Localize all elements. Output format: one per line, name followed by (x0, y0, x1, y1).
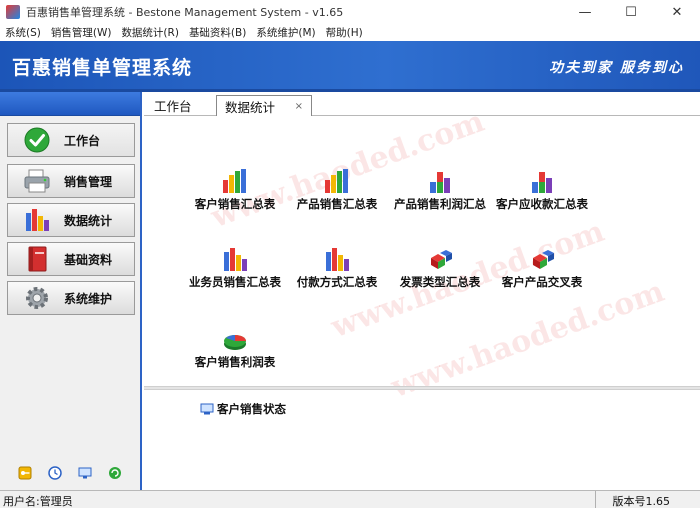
sidebar: 工作台 销售管理 数据统计 基础资料 系统维护 (0, 92, 142, 490)
maximize-button[interactable]: ☐ (608, 0, 654, 24)
menu-bar: 系统(S) 销售管理(W) 数据统计(R) 基础资料(B) 系统维护(M) 帮助… (0, 24, 700, 41)
bar-chart-icon (282, 166, 392, 194)
sidebar-header (0, 92, 140, 116)
tab-workbench[interactable]: 工作台 (146, 95, 200, 116)
sidebar-item-label: 销售管理 (64, 174, 113, 189)
window-controls: — ☐ ✕ (562, 0, 700, 24)
printer-icon (22, 168, 52, 194)
bar-chart-icon (180, 244, 290, 272)
report-payment-method-summary[interactable]: 付款方式汇总表 (282, 244, 392, 290)
report-invoice-type-summary[interactable]: 发票类型汇总表 (385, 244, 495, 290)
status-user: 用户名:管理员 (3, 495, 73, 508)
tab-strip: 工作台 数据统计 × (144, 92, 700, 116)
sidebar-item-label: 数据统计 (64, 213, 113, 228)
report-label: 客户销售利润表 (194, 355, 276, 369)
report-customer-receivables[interactable]: 客户应收款汇总表 (487, 166, 597, 212)
banner-slogan: 功夫到家 服务到心 (549, 60, 684, 76)
tab-close-icon[interactable]: × (295, 101, 303, 112)
bar-chart-icon (180, 166, 290, 194)
menu-system[interactable]: 系统(S) (0, 25, 46, 40)
tab-statistics[interactable]: 数据统计 × (216, 95, 312, 116)
panel-splitter[interactable] (144, 386, 700, 390)
cubes-icon (487, 244, 597, 272)
status-divider (595, 491, 596, 508)
close-button[interactable]: ✕ (654, 0, 700, 24)
clock-icon[interactable] (48, 466, 62, 480)
pie-chart-icon (180, 324, 290, 352)
report-label: 付款方式汇总表 (296, 275, 378, 289)
app-logo-icon (6, 5, 20, 19)
check-circle-icon (22, 127, 52, 153)
customer-sales-status-item[interactable]: 客户销售状态 (200, 401, 286, 417)
sidebar-item-basic-data[interactable]: 基础资料 (7, 242, 135, 276)
bar-chart-icon (282, 244, 392, 272)
bar-chart-icon (22, 207, 52, 233)
menu-basic-data[interactable]: 基础资料(B) (184, 25, 251, 40)
report-customer-sales-profit[interactable]: 客户销售利润表 (180, 324, 290, 370)
menu-maintenance[interactable]: 系统维护(M) (251, 25, 320, 40)
menu-help[interactable]: 帮助(H) (321, 25, 368, 40)
refresh-icon[interactable] (108, 466, 122, 480)
gear-icon (22, 285, 52, 311)
report-salesperson-summary[interactable]: 业务员销售汇总表 (180, 244, 290, 290)
stack-chart-icon (385, 166, 495, 194)
menu-sales[interactable]: 销售管理(W) (46, 25, 117, 40)
sidebar-item-sales[interactable]: 销售管理 (7, 164, 135, 198)
report-product-sales-profit[interactable]: 产品销售利润汇总 (385, 166, 495, 212)
tab-label: 数据统计 (225, 99, 276, 115)
report-label: 客户应收款汇总表 (496, 197, 588, 211)
sidebar-item-statistics[interactable]: 数据统计 (7, 203, 135, 237)
window-title: 百惠销售单管理系统 - Bestone Management System - … (26, 6, 344, 19)
report-label: 产品销售汇总表 (296, 197, 378, 211)
sidebar-item-workbench[interactable]: 工作台 (7, 123, 135, 157)
app-banner: 百惠销售单管理系统 功夫到家 服务到心 (0, 41, 700, 89)
sidebar-item-maintenance[interactable]: 系统维护 (7, 281, 135, 315)
banner-title: 百惠销售单管理系统 (12, 57, 193, 79)
sidebar-item-label: 基础资料 (64, 252, 113, 267)
report-label: 客户产品交叉表 (501, 275, 583, 289)
status-bar: 用户名:管理员 版本号1.65 (0, 490, 700, 508)
sidebar-item-label: 系统维护 (64, 291, 113, 306)
main-panel: 工作台 数据统计 × www.haoded.com www.haoded.com… (144, 92, 700, 490)
menu-statistics[interactable]: 数据统计(R) (116, 25, 184, 40)
sidebar-item-label: 工作台 (64, 133, 101, 148)
report-customer-product-crosstab[interactable]: 客户产品交叉表 (487, 244, 597, 290)
key-icon[interactable] (18, 466, 32, 480)
title-bar: 百惠销售单管理系统 - Bestone Management System - … (0, 0, 700, 24)
cubes-icon (385, 244, 495, 272)
report-customer-sales-summary[interactable]: 客户销售汇总表 (180, 166, 290, 212)
lower-item-label: 客户销售状态 (217, 402, 286, 416)
book-icon (22, 246, 52, 272)
report-product-sales-summary[interactable]: 产品销售汇总表 (282, 166, 392, 212)
report-label: 业务员销售汇总表 (189, 275, 281, 289)
monitor-icon (200, 403, 214, 415)
report-label: 客户销售汇总表 (194, 197, 276, 211)
status-version: 版本号1.65 (612, 495, 671, 508)
report-label: 发票类型汇总表 (399, 275, 481, 289)
report-label: 产品销售利润汇总 (394, 197, 486, 211)
monitor-icon[interactable] (78, 466, 92, 480)
stack-chart-icon (487, 166, 597, 194)
sidebar-toolbar (0, 466, 140, 480)
minimize-button[interactable]: — (562, 0, 608, 24)
